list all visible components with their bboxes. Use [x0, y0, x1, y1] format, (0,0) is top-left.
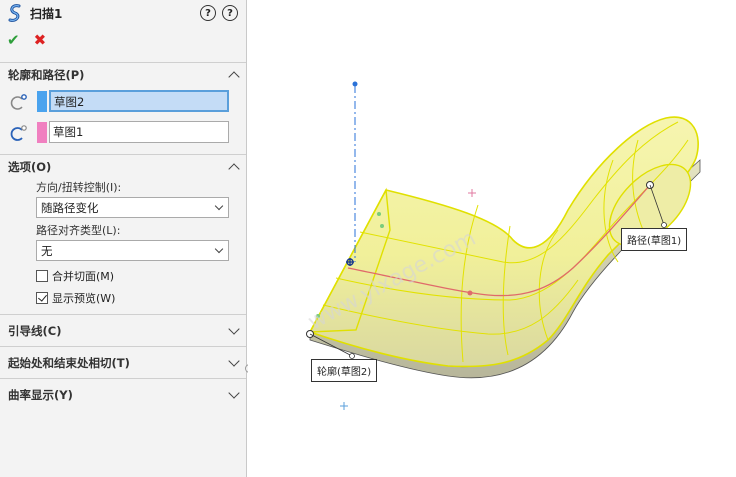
sweep-feature-icon — [8, 4, 21, 22]
show-preview-option[interactable]: 显示预览(W) — [0, 287, 246, 309]
section-options: 选项(O) 方向/扭转控制(I): 随路径变化 路径对齐类型(L): 无 合并切… — [0, 154, 246, 314]
profile-callout-label[interactable]: 轮廓(草图2) — [311, 359, 378, 382]
dropdown-chevron-icon — [214, 201, 224, 210]
merge-tangent-faces-checkbox[interactable] — [36, 270, 48, 282]
section-guide-curves: 引导线(C) — [0, 314, 246, 346]
path-selection-box[interactable]: 草图1 — [49, 121, 229, 143]
path-callout-label[interactable]: 路径(草图1) — [621, 228, 688, 251]
profile-selection-box[interactable]: 草图2 — [49, 90, 229, 112]
section-start-end-tangency-header[interactable]: 起始处和结束处相切(T) — [0, 347, 246, 378]
alignment-label: 路径对齐类型(L): — [36, 224, 121, 237]
cancel-button[interactable]: ✖ — [34, 31, 47, 49]
merge-tangent-faces-option[interactable]: 合并切面(M) — [0, 265, 246, 287]
help-whats-new-icon[interactable]: ? — [200, 5, 216, 21]
profile-selection-icon — [10, 94, 27, 110]
section-curvature-display-header[interactable]: 曲率显示(Y) — [0, 379, 246, 410]
section-guide-curves-header[interactable]: 引导线(C) — [0, 315, 246, 346]
expand-chevron-icon — [228, 322, 240, 335]
section-profile-path-header[interactable]: 轮廓和路径(P) — [0, 63, 246, 87]
orientation-dropdown[interactable]: 随路径变化 — [36, 197, 229, 218]
section-start-end-tangency: 起始处和结束处相切(T) — [0, 346, 246, 378]
profile-color-swatch — [37, 90, 47, 112]
feature-titlebar: 扫描1 ? ? — [0, 0, 246, 26]
collapse-chevron-icon — [228, 71, 240, 83]
dropdown-chevron-icon — [214, 244, 224, 253]
path-selection-icon — [10, 125, 27, 141]
feature-title: 扫描1 — [30, 6, 63, 21]
collapse-chevron-icon — [228, 163, 240, 175]
graphics-viewport[interactable]: www.ylxage.com 路径(草图1) 轮廓(草图2) — [248, 0, 736, 477]
expand-chevron-icon — [228, 354, 240, 367]
section-profile-path: 轮廓和路径(P) 草图2 草图1 — [0, 62, 246, 154]
expand-chevron-icon — [228, 386, 240, 399]
path-color-swatch — [37, 121, 47, 143]
section-curvature-display: 曲率显示(Y) — [0, 378, 246, 410]
section-options-header[interactable]: 选项(O) — [0, 155, 246, 179]
property-manager: 扫描1 ? ? ✔ ✖ 轮廓和路径(P) 草图2 草图1 选项(O) 方向/扭转… — [0, 0, 247, 477]
help-icon[interactable]: ? — [222, 5, 238, 21]
show-preview-checkbox[interactable] — [36, 292, 48, 304]
ok-button[interactable]: ✔ — [7, 31, 20, 49]
orientation-label: 方向/扭转控制(I): — [36, 181, 122, 194]
alignment-dropdown[interactable]: 无 — [36, 240, 229, 261]
